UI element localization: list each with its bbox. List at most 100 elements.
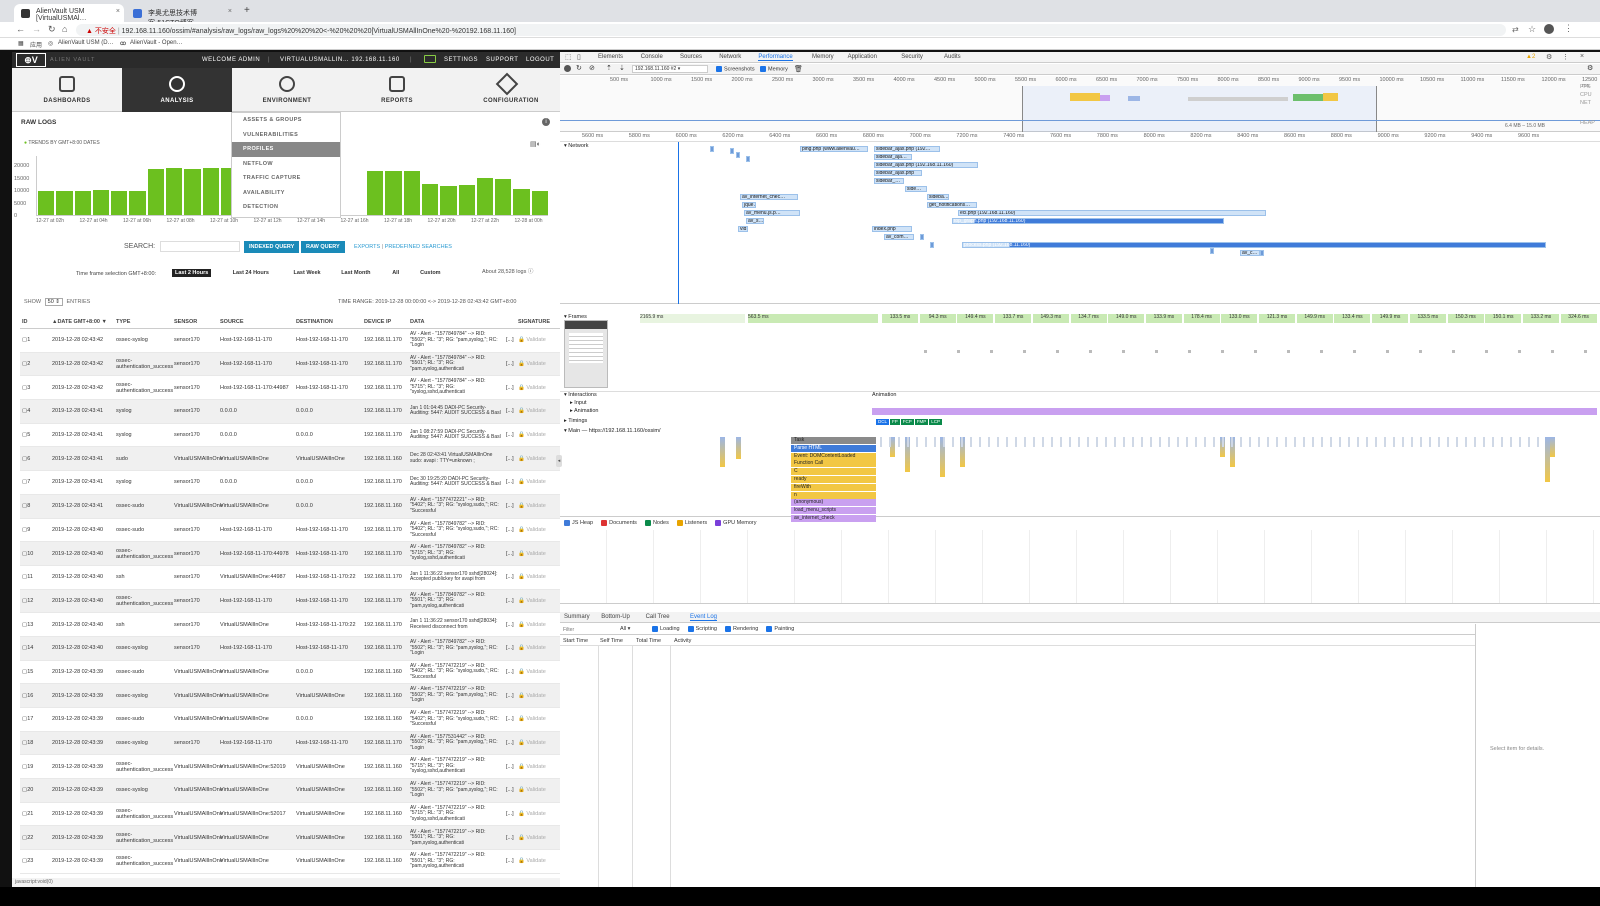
flame-entry[interactable]: load_menu_scripts — [791, 507, 876, 515]
nav-dashboards[interactable]: DASHBOARDS — [12, 68, 122, 112]
recording-select[interactable]: 192.168.11.160 #2 ▾ — [632, 65, 708, 73]
flame-entry[interactable]: fireWith — [791, 483, 876, 491]
close-icon[interactable]: × — [228, 8, 232, 15]
validate-link[interactable]: 🔒 Validate — [518, 408, 546, 414]
log-column-header[interactable]: Total Time — [636, 638, 661, 644]
flame-entry[interactable]: Task — [791, 437, 876, 444]
table-row[interactable]: ▢12 2019-12-28 02:43:40 ossec-authenticati… — [20, 589, 562, 614]
timeline-overview[interactable]: 500 ms 1000 ms 1500 ms 2000 ms 2500 ms 3000 m… — [560, 76, 1600, 132]
row-expand[interactable]: [...] — [504, 518, 516, 543]
row-expand[interactable]: [...] — [504, 446, 516, 472]
row-signature[interactable]: 🔒 Validate — [516, 589, 562, 614]
devtools-settings-icon[interactable]: ⚙ — [1546, 53, 1552, 61]
row-signature[interactable]: 🔒 Validate — [516, 612, 562, 637]
frame-bar[interactable]: 121.3 ms — [1259, 314, 1295, 323]
network-request-bar[interactable]: side… — [905, 186, 927, 192]
row-signature[interactable]: 🔒 Validate — [516, 683, 562, 708]
table-row[interactable]: ▢23 2019-12-28 02:43:39 ossec-authenticati… — [20, 849, 562, 874]
flame-entry[interactable]: Function Call — [791, 460, 876, 468]
nav-analysis[interactable]: ANALYSIS — [122, 68, 232, 112]
row-signature[interactable]: 🔒 Validate — [516, 660, 562, 685]
table-row[interactable]: ▢9 2019-12-28 02:43:40 ossec-sudo sensor170… — [20, 518, 562, 543]
logout-link[interactable]: LOGOUT — [526, 57, 554, 63]
table-row[interactable]: ▢8 2019-12-28 02:43:41 ossec-sudo VirtualUS… — [20, 494, 562, 519]
chart-options-icon[interactable]: ▤◐ — [530, 140, 541, 148]
predefined-searches-link[interactable]: PREDEFINED SEARCHES — [385, 244, 452, 250]
log-column-header[interactable]: Self Time — [600, 638, 623, 644]
filter-input[interactable] — [563, 626, 613, 634]
network-request-tick[interactable] — [746, 156, 750, 162]
column-header[interactable]: SIGNATURE — [516, 316, 562, 329]
network-request-bar[interactable]: ping.php (www.alienvau… — [800, 146, 868, 152]
table-row[interactable]: ▢2 2019-12-28 02:43:42 ossec-authenticatio… — [20, 352, 562, 377]
validate-link[interactable]: 🔒 Validate — [518, 787, 546, 793]
frame-bar[interactable]: 149.4 ms — [957, 314, 994, 323]
row-signature[interactable]: 🔒 Validate — [516, 328, 562, 353]
devtools-tab-network[interactable]: Network — [719, 54, 741, 60]
frame-bar[interactable]: 150.1 ms — [1485, 314, 1522, 323]
log-column-header[interactable]: Start Time — [563, 638, 588, 644]
menu-kebab-icon[interactable]: ⋮ — [1564, 23, 1573, 34]
submenu-netflow[interactable]: NETFLOW — [232, 157, 340, 172]
timing-marker-fcp[interactable]: FCP — [900, 419, 914, 425]
frame-bar[interactable]: 563.5 ms — [748, 314, 878, 323]
row-expand[interactable]: [...] — [504, 683, 516, 708]
nav-configuration[interactable]: CONFIGURATION — [452, 68, 570, 112]
row-expand[interactable]: [...] — [504, 589, 516, 614]
indexed-query-button[interactable]: INDEXED QUERY — [244, 241, 300, 253]
submenu-availability[interactable]: AVAILABILITY — [232, 186, 340, 201]
nav-reports[interactable]: REPORTS — [342, 68, 452, 112]
activity-burst[interactable] — [736, 437, 741, 459]
reload-record-icon[interactable]: ↻ — [576, 64, 582, 72]
network-request-bar[interactable]: av_menu.js.p… — [744, 210, 800, 216]
submenu-traffic-capture[interactable]: TRAFFIC CAPTURE — [232, 171, 340, 186]
row-signature[interactable]: 🔒 Validate — [516, 754, 562, 780]
validate-link[interactable]: 🔒 Validate — [518, 432, 546, 438]
row-expand[interactable]: [...] — [504, 849, 516, 874]
row-signature[interactable]: 🔒 Validate — [516, 494, 562, 519]
frame-bar[interactable]: 149.9 ms — [1372, 314, 1409, 323]
validate-link[interactable]: 🔒 Validate — [518, 858, 546, 864]
validate-link[interactable]: 🔒 Validate — [518, 622, 546, 628]
devtools-tab-elements[interactable]: Elements — [598, 54, 623, 60]
row-signature[interactable]: 🔒 Validate — [516, 636, 562, 661]
filter-painting[interactable]: Painting — [766, 626, 794, 632]
activity-burst[interactable] — [720, 437, 725, 467]
bottom-tab-bottom-up[interactable]: Bottom-Up — [601, 614, 630, 620]
trash-icon[interactable]: 🗑 — [794, 65, 803, 73]
timeframe-option[interactable]: Last 24 Hours — [230, 269, 272, 277]
devtools-close-icon[interactable]: × — [1580, 53, 1584, 60]
nav-environment[interactable]: ENVIRONMENT — [232, 68, 342, 112]
table-row[interactable]: ▢5 2019-12-28 02:43:41 syslog sensor170 0.0.… — [20, 423, 562, 448]
input-label[interactable]: ▸ Input — [570, 400, 587, 406]
row-signature[interactable]: 🔒 Validate — [516, 518, 562, 543]
network-request-bar[interactable]: av_s… — [746, 218, 764, 224]
submenu-assets-groups[interactable]: ASSETS & GROUPS — [232, 113, 340, 128]
validate-link[interactable]: 🔒 Validate — [518, 337, 546, 343]
column-header[interactable]: DESTINATION — [294, 316, 362, 329]
row-expand[interactable]: [...] — [504, 470, 516, 495]
devtools-menu-icon[interactable]: ⋮ — [1562, 53, 1569, 61]
animation-bar[interactable] — [872, 408, 1597, 415]
table-row[interactable]: ▢4 2019-12-28 02:43:41 syslog sensor170 0.0.… — [20, 399, 562, 424]
bookmark-alienvault-usm[interactable]: AlienVault USM (D… — [58, 40, 114, 46]
row-expand[interactable]: [...] — [504, 541, 516, 566]
frame-bar[interactable]: 178.4 ms — [1183, 314, 1220, 323]
table-row[interactable]: ▢3 2019-12-28 02:43:42 ossec-authenticatio… — [20, 375, 562, 401]
filter-scripting[interactable]: Scripting — [687, 626, 717, 632]
frame-bar[interactable]: 133.5 ms — [1409, 314, 1446, 323]
new-tab-icon[interactable]: + — [244, 5, 250, 16]
interactions-label[interactable]: ▾ Interactions — [564, 392, 597, 398]
network-request-tick[interactable] — [710, 146, 714, 152]
frame-bar[interactable]: 134.7 ms — [1070, 314, 1107, 323]
counter-nodes[interactable]: Nodes — [644, 520, 669, 526]
filter-loading[interactable]: Loading — [652, 626, 680, 632]
frame-bar[interactable]: 133.7 ms — [995, 314, 1032, 323]
timeframe-option[interactable]: Last 2 Hours — [172, 269, 212, 277]
network-request-bar[interactable]: vid… — [738, 226, 748, 232]
frame-bar[interactable]: 133.2 ms — [1522, 314, 1559, 323]
browser-tab-alienvault[interactable]: AlienVault USM [VirtualUSMAl… × — [14, 4, 124, 22]
row-signature[interactable]: 🔒 Validate — [516, 825, 562, 851]
network-request-bar[interactable]: av_com… — [884, 234, 914, 240]
help-icon[interactable]: i — [542, 118, 550, 126]
